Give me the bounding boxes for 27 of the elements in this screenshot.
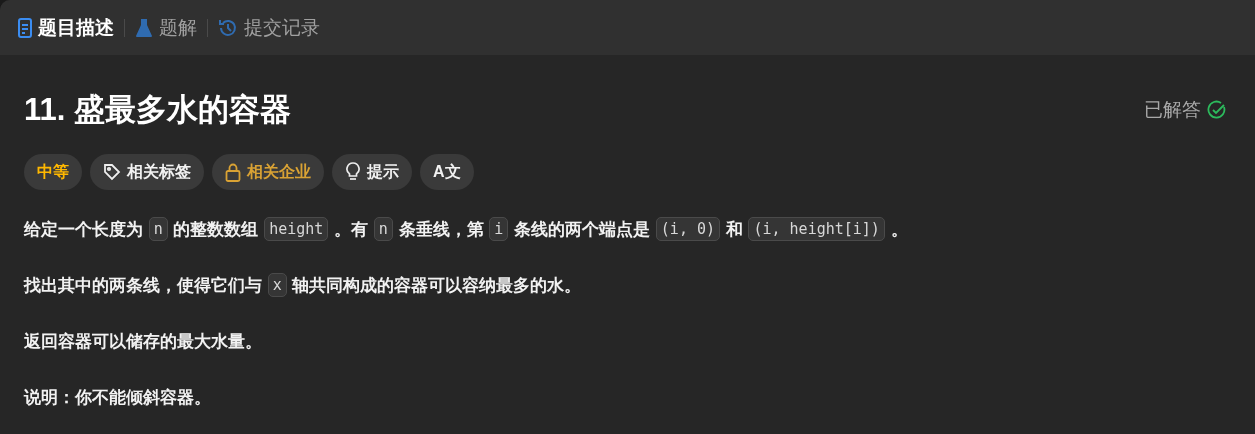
document-icon: [18, 17, 32, 38]
problem-title: 11. 盛最多水的容器: [24, 91, 291, 129]
inline-code: (i, 0): [655, 217, 720, 241]
description-paragraph: 找出其中的两条线，使得它们与 x 轴共同构成的容器可以容纳最多的水。: [24, 272, 583, 299]
difficulty-tag[interactable]: 中等: [24, 154, 82, 190]
inline-code: x: [267, 273, 287, 297]
inline-code: n: [373, 217, 393, 241]
flask-icon: [135, 17, 153, 38]
translate-button[interactable]: A文: [420, 154, 474, 190]
companies-tag[interactable]: 相关企业: [212, 154, 324, 190]
description-paragraph: 说明：你不能倾斜容器。: [24, 386, 212, 409]
description-paragraph: 返回容器可以储存的最大水量。: [24, 330, 263, 353]
lightbulb-icon: [345, 162, 361, 182]
description-paragraph: 给定一个长度为 n 的整数数组 height 。有 n 条垂线，第 i 条线的两个端点是 (i, 0) 和 (i, height[i]) 。: [24, 216, 909, 243]
hint-tag[interactable]: 提示: [332, 154, 412, 190]
inline-code: height: [264, 217, 329, 241]
history-icon: [218, 17, 238, 38]
status-label: 已解答: [1144, 98, 1201, 122]
inline-code: n: [148, 217, 168, 241]
tab[interactable]: 题解: [135, 14, 197, 41]
tag-icon: [103, 163, 121, 181]
topics-tag[interactable]: 相关标签: [90, 154, 204, 190]
inline-code: (i, height[i]): [748, 217, 885, 241]
lock-icon: [225, 162, 241, 182]
tab[interactable]: 提交记录: [218, 14, 320, 41]
inline-code: i: [489, 217, 509, 241]
tab[interactable]: 题目描述: [18, 14, 114, 41]
